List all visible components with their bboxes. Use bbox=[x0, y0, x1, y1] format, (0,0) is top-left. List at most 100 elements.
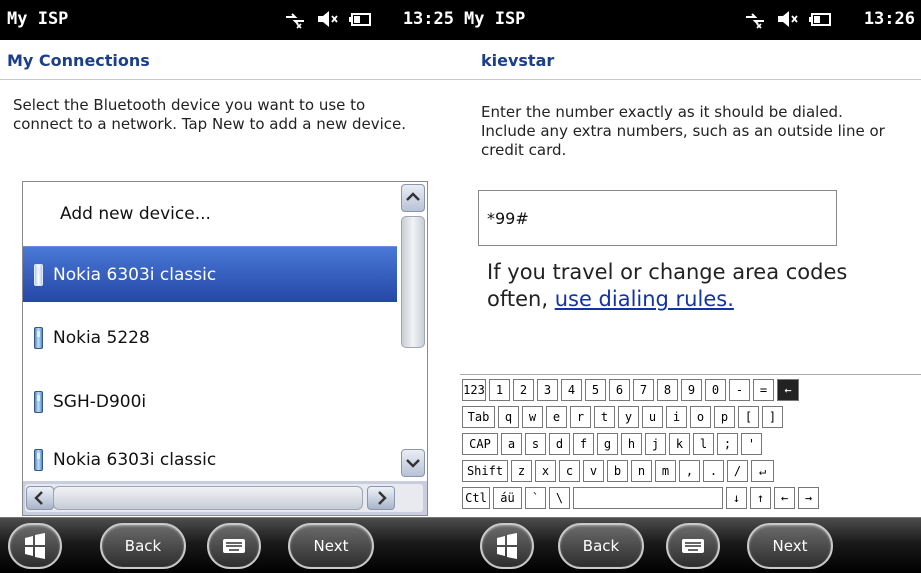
keyboard-button[interactable] bbox=[207, 523, 261, 569]
key[interactable]: 3 bbox=[537, 379, 558, 401]
key[interactable]: áü bbox=[493, 487, 522, 509]
key[interactable]: ; bbox=[717, 433, 738, 455]
keyboard-row-5: Ctl áü ` \ ↓ ↑ ← → bbox=[460, 487, 921, 510]
dialing-rules-text: If you travel or change area codes often… bbox=[487, 259, 887, 313]
list-item-device[interactable]: SGH-D900i bbox=[23, 374, 397, 430]
key[interactable]: k bbox=[669, 433, 690, 455]
key[interactable]: 4 bbox=[561, 379, 582, 401]
key[interactable]: - bbox=[729, 379, 750, 401]
list-item-label: Nokia 6303i classic bbox=[53, 264, 217, 285]
key[interactable]: e bbox=[546, 406, 567, 428]
key[interactable]: w bbox=[522, 406, 543, 428]
clock[interactable]: 13:26 bbox=[864, 9, 915, 29]
key[interactable]: v bbox=[583, 460, 604, 482]
phone-number-input[interactable] bbox=[479, 191, 836, 245]
key[interactable]: d bbox=[549, 433, 570, 455]
key[interactable]: f bbox=[573, 433, 594, 455]
speaker-muted-icon[interactable] bbox=[316, 8, 340, 30]
key[interactable]: CAP bbox=[462, 433, 498, 455]
chevron-right-icon bbox=[378, 491, 387, 505]
start-button[interactable] bbox=[8, 523, 62, 569]
start-button[interactable] bbox=[480, 523, 534, 569]
key[interactable]: . bbox=[703, 460, 724, 482]
key[interactable]: q bbox=[498, 406, 519, 428]
back-button[interactable]: Back bbox=[558, 523, 644, 569]
vertical-scrollbar[interactable] bbox=[399, 182, 427, 481]
key[interactable]: c bbox=[559, 460, 580, 482]
key[interactable]: , bbox=[679, 460, 700, 482]
back-button[interactable]: Back bbox=[100, 523, 186, 569]
key[interactable]: i bbox=[666, 406, 687, 428]
key[interactable]: o bbox=[690, 406, 711, 428]
key[interactable]: 6 bbox=[609, 379, 630, 401]
scroll-up-button[interactable] bbox=[401, 184, 425, 212]
key-space[interactable] bbox=[573, 487, 723, 509]
key[interactable]: Ctl bbox=[462, 487, 490, 509]
connectivity-icon[interactable] bbox=[283, 8, 307, 30]
key[interactable]: \ bbox=[549, 487, 570, 509]
key[interactable]: [ bbox=[738, 406, 759, 428]
key[interactable]: x bbox=[535, 460, 556, 482]
battery-icon[interactable] bbox=[809, 8, 833, 30]
key[interactable]: ' bbox=[741, 433, 762, 455]
key[interactable]: ← bbox=[774, 487, 795, 509]
scroll-down-button[interactable] bbox=[401, 449, 425, 477]
next-button[interactable]: Next bbox=[747, 523, 833, 569]
key[interactable]: h bbox=[621, 433, 642, 455]
key[interactable]: 123 bbox=[462, 379, 486, 401]
key[interactable]: g bbox=[597, 433, 618, 455]
key[interactable]: b bbox=[607, 460, 628, 482]
key[interactable]: s bbox=[525, 433, 546, 455]
key[interactable]: t bbox=[594, 406, 615, 428]
key[interactable]: ↑ bbox=[750, 487, 771, 509]
next-button[interactable]: Next bbox=[288, 523, 374, 569]
phone-number-field[interactable] bbox=[478, 190, 837, 246]
phone-icon bbox=[34, 449, 43, 471]
key[interactable]: Tab bbox=[462, 406, 495, 428]
horizontal-scrollbar[interactable] bbox=[23, 481, 427, 515]
key[interactable]: r bbox=[570, 406, 591, 428]
key[interactable]: j bbox=[645, 433, 666, 455]
battery-icon[interactable] bbox=[349, 8, 373, 30]
key[interactable]: Shift bbox=[462, 460, 508, 482]
dialing-rules-link[interactable]: use dialing rules. bbox=[555, 287, 734, 311]
key[interactable]: ] bbox=[762, 406, 783, 428]
scroll-left-button[interactable] bbox=[26, 486, 54, 510]
key[interactable]: u bbox=[642, 406, 663, 428]
key[interactable]: a bbox=[501, 433, 522, 455]
key[interactable]: 8 bbox=[657, 379, 678, 401]
key[interactable]: l bbox=[693, 433, 714, 455]
key[interactable]: p bbox=[714, 406, 735, 428]
key[interactable]: y bbox=[618, 406, 639, 428]
clock[interactable]: 13:25 bbox=[403, 9, 454, 29]
key[interactable]: 0 bbox=[705, 379, 726, 401]
key[interactable]: / bbox=[727, 460, 748, 482]
key[interactable]: ↵ bbox=[751, 460, 774, 482]
key[interactable]: n bbox=[631, 460, 652, 482]
key[interactable]: ↓ bbox=[726, 487, 747, 509]
list-item-device[interactable]: Nokia 5228 bbox=[23, 310, 397, 366]
key[interactable]: ` bbox=[525, 487, 546, 509]
list-item-device-selected[interactable]: Nokia 6303i classic bbox=[23, 246, 397, 302]
key[interactable]: 9 bbox=[681, 379, 702, 401]
page-title: kievstar bbox=[481, 51, 555, 70]
key[interactable]: 1 bbox=[489, 379, 510, 401]
key[interactable]: 5 bbox=[585, 379, 606, 401]
key[interactable]: → bbox=[798, 487, 819, 509]
key[interactable]: = bbox=[753, 379, 774, 401]
key[interactable]: m bbox=[655, 460, 676, 482]
keyboard-button[interactable] bbox=[666, 523, 720, 569]
list-item-add-new-device[interactable]: Add new device... bbox=[23, 186, 397, 242]
key[interactable]: z bbox=[511, 460, 532, 482]
list-item-device[interactable]: Nokia 6303i classic bbox=[23, 432, 397, 488]
horizontal-scroll-thumb[interactable] bbox=[53, 486, 363, 510]
scroll-right-button[interactable] bbox=[367, 486, 395, 510]
list-item-label: Add new device... bbox=[60, 204, 211, 224]
scroll-thumb[interactable] bbox=[401, 216, 425, 348]
status-icons bbox=[743, 8, 833, 30]
speaker-muted-icon[interactable] bbox=[776, 8, 800, 30]
key[interactable]: ← bbox=[777, 379, 799, 401]
key[interactable]: 7 bbox=[633, 379, 654, 401]
connectivity-icon[interactable] bbox=[743, 8, 767, 30]
key[interactable]: 2 bbox=[513, 379, 534, 401]
